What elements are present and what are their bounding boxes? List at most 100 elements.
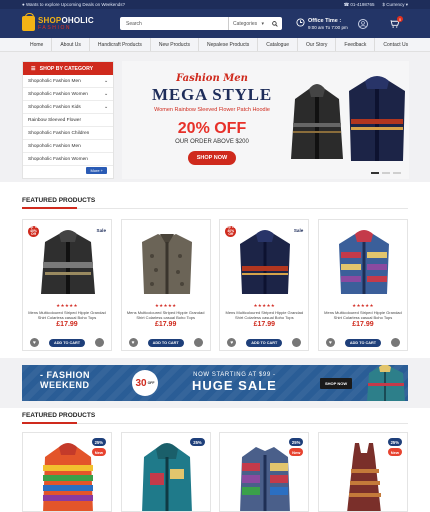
sale-label: Sale [96,228,106,233]
sidebar-item-label: Shopoholic Fashion Children [28,130,90,136]
sidebar-item[interactable]: Shopoholic Fashion Kids ⌄ [23,101,113,114]
main-nav: Home About Us Handicraft Products New Pr… [0,38,430,52]
category-select[interactable]: Categories ▾ [228,17,268,30]
hero-banner[interactable]: Fashion Men MEGA STYLE Women Rainbow Sle… [122,61,409,179]
rating-stars: ★★★★★ [56,303,78,308]
new-badge: New [91,448,106,456]
product-card[interactable]: 25% New [22,432,112,512]
section-divider [22,422,408,424]
product-name[interactable]: Mens Multicoloured Striped Hippie Granda… [127,310,205,321]
sidebar-item[interactable]: Shopoholic Fashion Men ⌄ [23,75,113,88]
cart-count-badge: 0 [397,16,403,22]
product-name[interactable]: Mens Multicoloured Striped Hippie Granda… [28,310,106,321]
nav-nepalese-products[interactable]: Nepalese Products [199,38,259,51]
topbar-promo-text: Wants to explore Upcoming Deals on Weeke… [25,2,126,7]
product-card[interactable]: 25% New [219,432,310,512]
nav-new-products[interactable]: New Products [151,38,199,51]
clock-icon [296,18,305,27]
product-image[interactable] [130,226,204,298]
nav-feedback[interactable]: Feedback [336,38,376,51]
wishlist-heart-icon[interactable]: ♥ [325,338,335,347]
sidebar-item[interactable]: Shopoholic Fashion Children [23,127,113,140]
user-account-icon[interactable] [358,19,368,29]
topbar-promo[interactable]: ● Wants to explore Upcoming Deals on Wee… [22,2,125,7]
sidebar-item[interactable]: Rainbow Sleeved Flower [23,114,113,127]
search-button[interactable] [268,20,282,27]
compare-icon[interactable] [292,338,302,347]
nav-contact-us[interactable]: Contact Us [375,38,416,51]
add-to-cart-button[interactable]: ADD TO CART [48,338,86,347]
discount-badge: Up To 40% Off [225,225,237,237]
product-name[interactable]: Mens Multicoloured Striped Hippie Granda… [324,310,402,321]
product-card[interactable]: ★★★★★ Mens Multicoloured Striped Hippie … [317,219,408,351]
logo[interactable]: SHOPOHOLIC FASHION [22,13,120,31]
more-categories-button[interactable]: More + [86,167,107,174]
rating-stars: ★★★★★ [253,303,276,308]
office-hours: 9:00 am To 7:00 pm [308,25,348,31]
product-image[interactable] [327,226,401,298]
discount-percent-badge: 25% [91,438,106,446]
discount-badge: Up To 40% Off [28,225,39,237]
nav-about-us[interactable]: About Us [52,38,90,51]
header: SHOPOHOLIC FASHION Search Categories ▾ Of… [0,9,430,38]
promo-center-text: NOW STARTING AT $99 - HUGE SALE [192,372,277,393]
nav-catalogue[interactable]: Catalogue [258,38,299,51]
product-image[interactable] [130,439,204,512]
promo-banner[interactable]: - FASHION WEEKEND 30 OFF NOW STARTING AT $… [22,365,408,401]
section-title: FEATURED PRODUCTS [22,412,96,419]
product-card[interactable]: Up To 40% Off Sale ★★★★★ Mens Multicolou… [22,219,112,351]
shop-now-button[interactable]: SHOP NOW [187,151,237,165]
product-price: £17.99 [56,321,78,328]
office-title: Office Time : [308,18,342,24]
product-card[interactable]: ★★★★★ Mens Multicoloured Striped Hippie … [120,219,211,351]
wishlist-heart-icon[interactable]: ♥ [227,338,237,347]
product-price: £17.99 [253,321,276,328]
search-input[interactable]: Search [120,21,228,27]
promo-left-text: - FASHION WEEKEND [40,370,91,390]
wishlist-heart-icon[interactable]: ♥ [30,338,39,347]
office-time: Office Time :9:00 am To 7:00 pm [296,18,348,31]
product-image[interactable] [31,226,105,298]
discount-percent-badge: 25% [288,438,304,446]
topbar-phone[interactable]: ☎ 01-4198765 [344,2,375,8]
banner-order-text: OUR ORDER ABOVE $200 [175,139,249,145]
compare-icon[interactable] [95,338,104,347]
search-bar: Search Categories ▾ [120,17,282,30]
promo-shop-now-button[interactable]: SHOP NOW [320,378,353,389]
product-grid: 25% New 25% 25% New 25% New [22,432,408,512]
search-icon [272,20,278,27]
nav-handicraft-products[interactable]: Handicraft Products [90,38,151,51]
discount-percent-badge: 25% [190,438,205,446]
section-title: FEATURED PRODUCTS [22,197,96,204]
nav-home[interactable]: Home [22,38,53,51]
add-to-cart-button[interactable]: ADD TO CART [344,338,382,347]
product-price: £17.99 [154,321,177,328]
chevron-down-icon: ▾ [261,20,264,27]
section-divider [22,207,408,209]
product-card[interactable]: Up To 40% Off Sale ★★★★★ Mens Multicolou… [219,219,310,351]
carousel-dots[interactable] [371,172,401,174]
wishlist-heart-icon[interactable]: ♥ [128,338,138,347]
banner-discount: 20% OFF [177,120,247,137]
product-image[interactable] [228,226,302,298]
promo-discount-circle: 30 OFF [132,370,158,396]
product-name[interactable]: Mens Multicoloured Striped Hippie Granda… [225,310,304,321]
sidebar-item[interactable]: Shopoholic Fashion Women ⌄ [23,88,113,101]
currency-dropdown[interactable]: $ Currency ▾ [382,2,408,8]
nav-our-story[interactable]: Our Story [298,38,337,51]
compare-icon[interactable] [390,338,400,347]
sidebar-item-label: Rainbow Sleeved Flower [28,117,82,123]
top-bar: ● Wants to explore Upcoming Deals on Wee… [0,0,430,9]
add-to-cart-button[interactable]: ADD TO CART [147,338,184,347]
add-to-cart-button[interactable]: ADD TO CART [246,338,283,347]
new-badge: New [387,448,402,456]
sidebar-item[interactable]: Shopoholic Fashion Men [23,140,113,153]
sidebar-item[interactable]: Shopoholic Fashion Women [23,153,113,166]
product-price: £17.99 [352,321,374,328]
sidebar-title: SHOP BY CATEGORY [39,65,94,72]
product-grid: Up To 40% Off Sale ★★★★★ Mens Multicolou… [22,219,408,351]
banner-title: MEGA STYLE [152,85,272,104]
product-card[interactable]: 25% New [317,432,408,512]
product-card[interactable]: 25% [120,432,211,512]
compare-icon[interactable] [193,338,203,347]
